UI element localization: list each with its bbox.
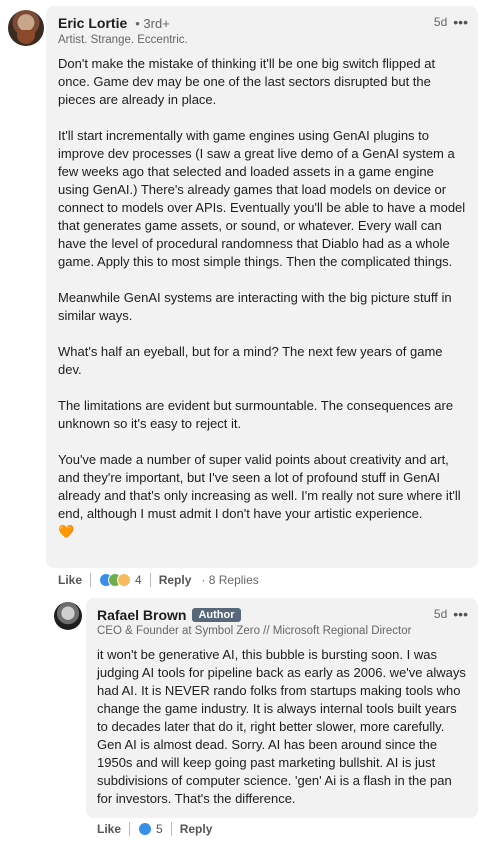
comment-bubble-2: Rafael Brown Author CEO & Founder at Sym… bbox=[86, 598, 478, 818]
divider bbox=[90, 573, 92, 587]
comment-author-headline: Artist. Strange. Eccentric. bbox=[58, 34, 188, 46]
divider bbox=[170, 822, 172, 836]
reactions-summary[interactable]: 5 bbox=[138, 822, 163, 836]
reply-button[interactable]: Reply bbox=[180, 822, 213, 836]
author-badge: Author bbox=[192, 608, 241, 622]
divider bbox=[129, 822, 131, 836]
avatar-eric-lortie[interactable] bbox=[8, 10, 44, 46]
reaction-count: 4 bbox=[135, 573, 142, 587]
comment-bubble-1: Eric Lortie • 3rd+ Artist. Strange. Ecce… bbox=[46, 6, 478, 568]
more-options-icon[interactable]: ••• bbox=[453, 607, 468, 621]
like-reaction-icon bbox=[138, 822, 153, 836]
reaction-count: 5 bbox=[156, 822, 163, 836]
like-button[interactable]: Like bbox=[58, 573, 82, 587]
comment-text: Don't make the mistake of thinking it'll… bbox=[58, 55, 466, 541]
avatar-beard bbox=[17, 30, 35, 44]
comment-actions-1: Like 4 Reply · 8 Replies bbox=[58, 572, 259, 588]
more-options-icon[interactable]: ••• bbox=[453, 15, 468, 29]
comment-author-headline: CEO & Founder at Symbol Zero // Microsof… bbox=[97, 625, 412, 637]
comment-paragraph: What's half an eyeball, but for a mind? … bbox=[58, 344, 443, 377]
comment-paragraph: Meanwhile GenAI systems are interacting … bbox=[58, 290, 452, 323]
avatar-rafael-brown[interactable] bbox=[54, 602, 82, 630]
connection-degree: • 3rd+ bbox=[135, 16, 170, 31]
orange-heart-emoji: 🧡 bbox=[58, 524, 75, 539]
reply-button[interactable]: Reply bbox=[159, 573, 192, 587]
comment-paragraph: It'll start incrementally with game engi… bbox=[58, 128, 466, 269]
comment-author-name[interactable]: Rafael Brown bbox=[97, 607, 186, 623]
comment-timestamp: 5d bbox=[433, 15, 448, 29]
divider bbox=[149, 573, 151, 587]
insightful-reaction-icon bbox=[117, 573, 132, 587]
comment-paragraph: You've made a number of super valid poin… bbox=[58, 452, 461, 521]
reactions-summary[interactable]: 4 bbox=[99, 573, 142, 587]
comment-timestamp: 5d bbox=[433, 607, 448, 621]
comment-text: it won't be generative AI, this bubble i… bbox=[97, 647, 466, 806]
comment-actions-2: Like 5 Reply bbox=[97, 821, 212, 837]
like-button[interactable]: Like bbox=[97, 822, 121, 836]
comment-author-name[interactable]: Eric Lortie bbox=[58, 15, 127, 31]
replies-count-link[interactable]: · 8 Replies bbox=[201, 573, 258, 587]
comment-paragraph: The limitations are evident but surmount… bbox=[58, 398, 454, 431]
comment-paragraph: Don't make the mistake of thinking it'll… bbox=[58, 56, 436, 107]
